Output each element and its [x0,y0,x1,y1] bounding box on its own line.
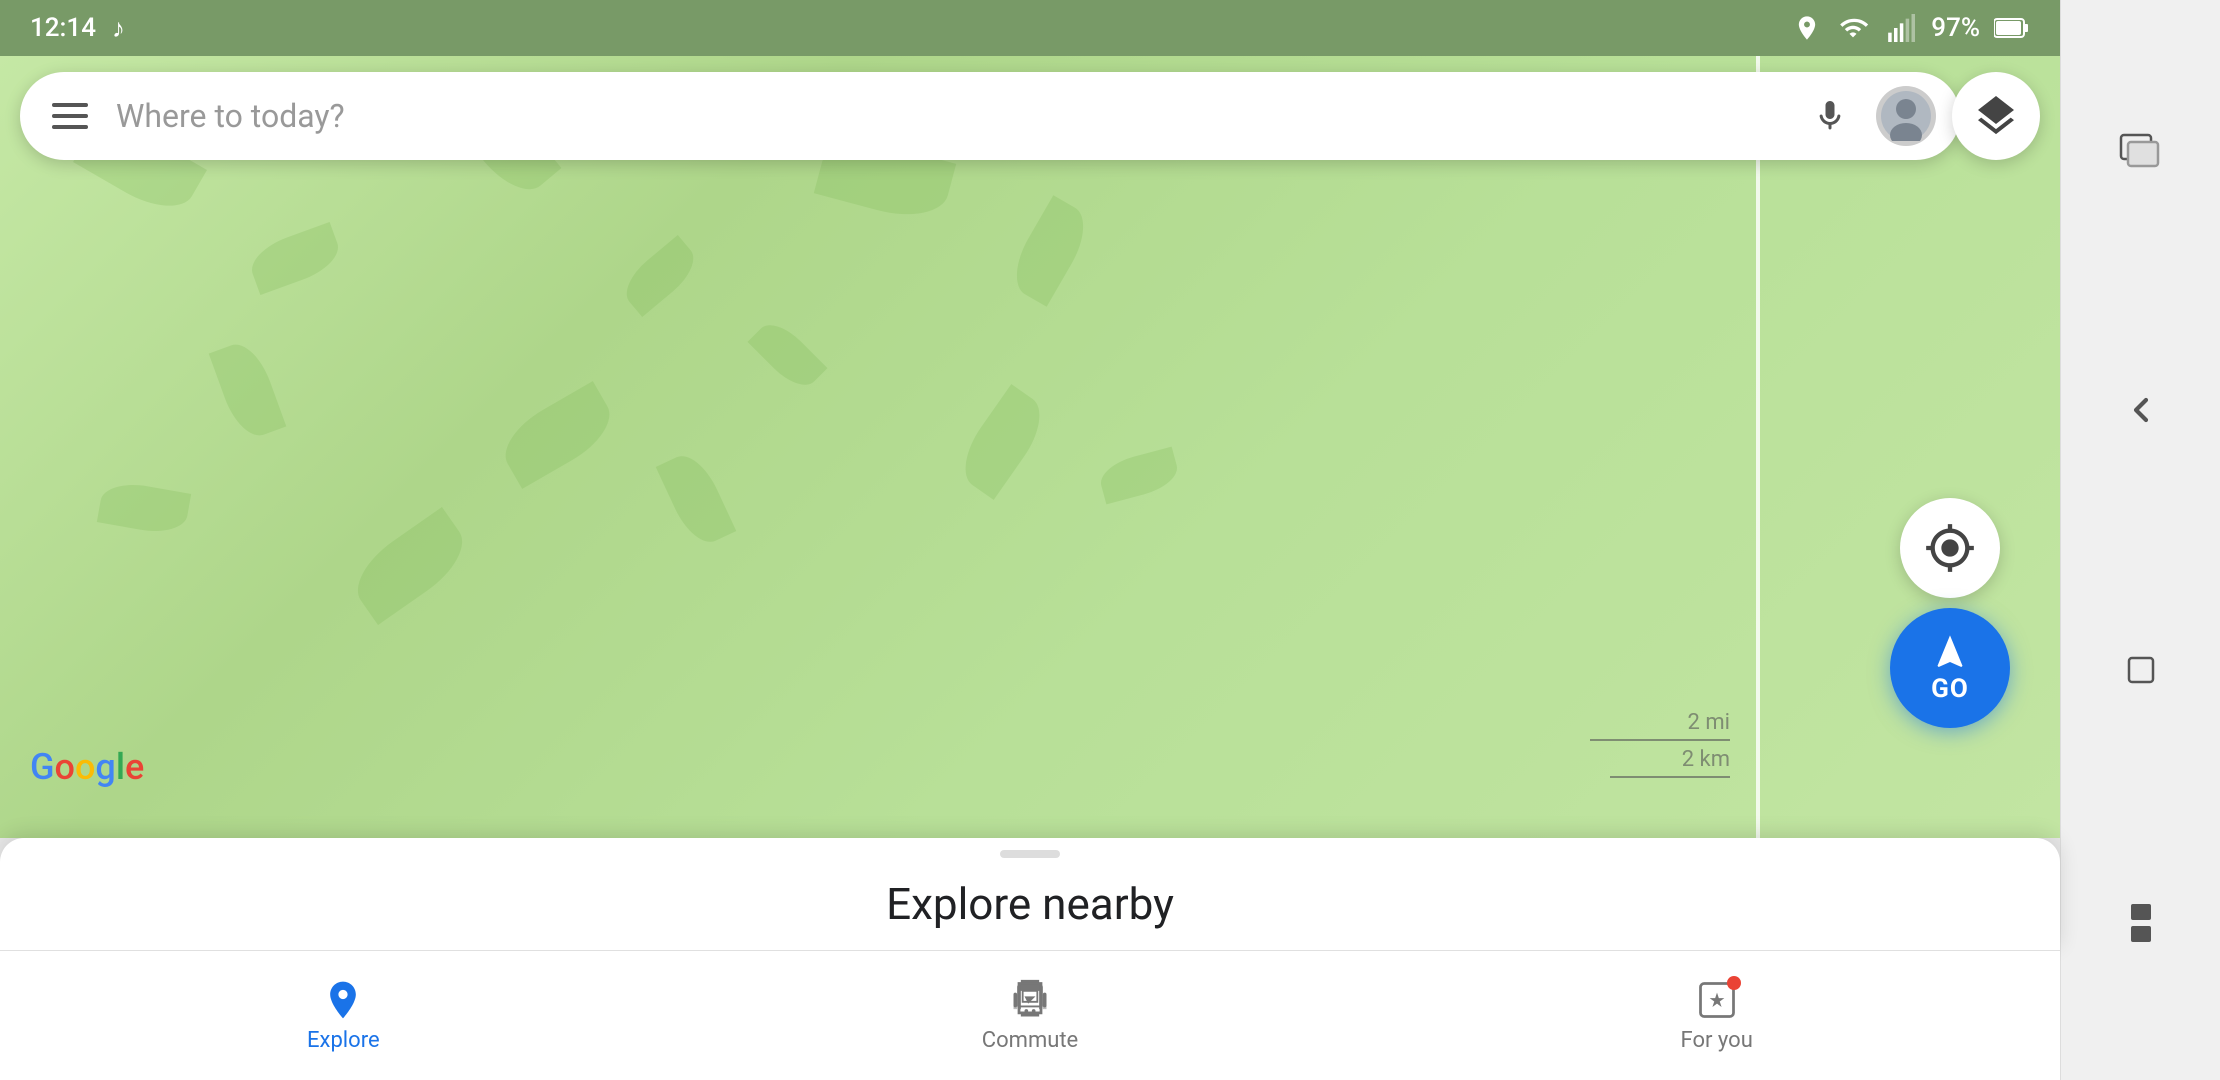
explore-icon [321,978,365,1022]
mic-button[interactable] [1804,90,1856,142]
sheet-handle [1000,850,1060,858]
go-arrow-icon [1930,632,1970,672]
google-l: l [116,746,125,788]
google-logo: Google [30,746,144,788]
hamburger-line-2 [52,114,88,118]
menu-button[interactable] [44,95,96,137]
bottom-sheet[interactable]: Explore nearby [0,838,2060,950]
signal-icon [1885,14,1917,42]
map-container[interactable]: Where to today? 2 mi [0,56,2060,838]
explore-label: Explore [307,1028,380,1053]
for-you-icon [1695,978,1739,1022]
nav-for-you[interactable]: For you [1373,951,2060,1080]
android-recent-apps[interactable] [2101,110,2181,190]
android-nav-bar [2060,0,2220,1080]
for-you-label: For you [1681,1028,1753,1053]
google-e: e [125,746,144,788]
search-bar[interactable]: Where to today? [20,72,1960,160]
status-time: 12:14 [30,13,96,43]
explore-nearby-title: Explore nearby [0,878,2060,950]
layer-button[interactable] [1952,72,2040,160]
bottom-nav: Explore Commute [0,950,2060,1080]
location-status-icon [1793,14,1821,42]
search-placeholder[interactable]: Where to today? [116,97,1784,135]
google-g: G [30,746,55,788]
wifi-icon [1835,14,1871,42]
google-g2: g [95,746,115,788]
commute-label: Commute [982,1028,1078,1053]
for-you-notification-dot [1727,976,1741,990]
google-o2: o [75,746,95,788]
go-button[interactable]: GO [1890,608,2010,728]
user-avatar[interactable] [1876,86,1936,146]
scale-indicator: 2 mi 2 km [1590,710,1730,778]
android-menu-dots[interactable] [2101,890,2181,970]
scale-2km: 2 km [1682,747,1730,772]
hamburger-line-3 [52,125,88,129]
status-bar: 12:14 ♪ 97% [0,0,2060,56]
commute-icon [1008,978,1052,1022]
status-right: 97% [1793,13,2030,43]
status-left: 12:14 ♪ [30,13,125,44]
google-o1: o [55,746,75,788]
go-label: GO [1931,674,1969,704]
hamburger-line-1 [52,103,88,107]
map-background [0,56,2060,838]
android-home[interactable] [2101,630,2181,710]
battery-icon [1994,17,2030,39]
android-back[interactable] [2101,370,2181,450]
nav-explore[interactable]: Explore [0,951,687,1080]
battery-pct: 97% [1931,13,1980,43]
nav-commute[interactable]: Commute [687,951,1374,1080]
music-icon: ♪ [112,13,125,44]
location-button[interactable] [1900,498,2000,598]
scale-2mi: 2 mi [1688,710,1730,735]
road-line [1756,56,1760,838]
